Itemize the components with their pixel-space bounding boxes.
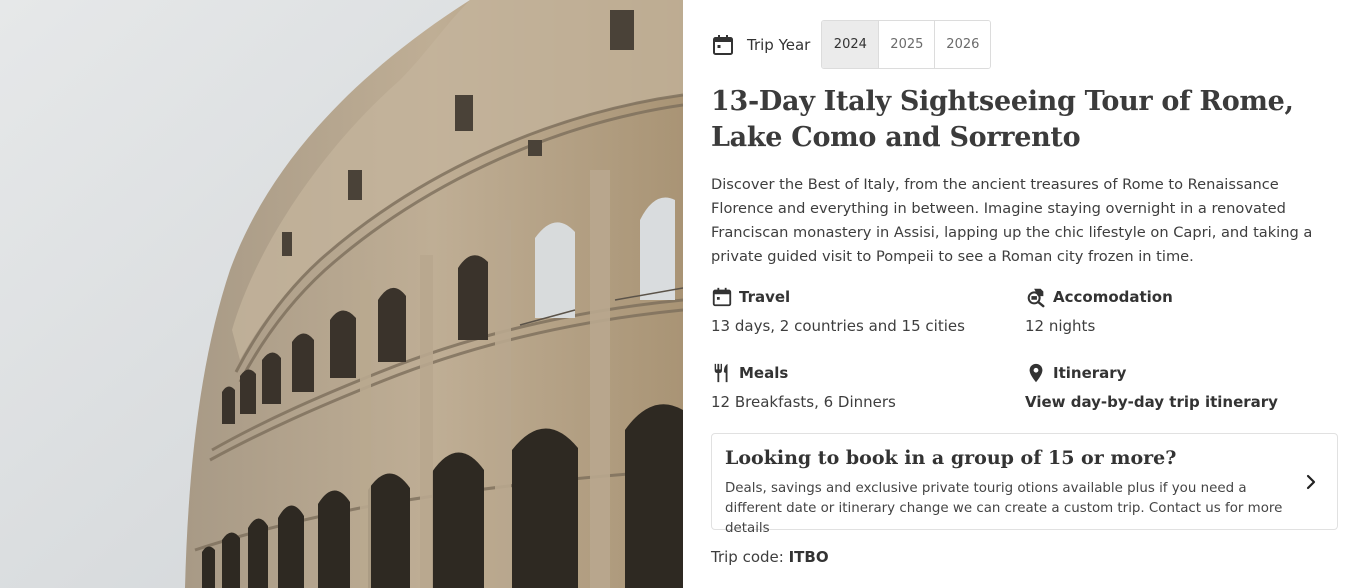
group-booking-title: Looking to book in a group of 15 or more… [725, 447, 1177, 469]
view-itinerary-link[interactable]: View day-by-day trip itinerary [1025, 393, 1278, 411]
feature-itinerary: Itinerary View day-by-day trip itinerary [1025, 361, 1278, 411]
trip-details-panel: Trip Year 2024 2025 2026 13-Day Italy Si… [711, 0, 1339, 588]
calendar-icon [711, 33, 735, 57]
trip-code-value: ITBO [788, 548, 829, 566]
year-button-2025[interactable]: 2025 [878, 21, 935, 68]
group-booking-text: Deals, savings and exclusive private tou… [725, 481, 1283, 536]
colosseum-photo [0, 0, 683, 588]
trip-code: Trip code: ITBO [711, 548, 829, 566]
fork-knife-icon [714, 363, 728, 383]
feature-accomodation: Accomodation 12 nights [1025, 285, 1173, 335]
group-booking-card[interactable]: Looking to book in a group of 15 or more… [711, 433, 1338, 536]
hero-image [0, 0, 683, 588]
tour-title: 13-Day Italy Sightseeing Tour of Rome, L… [711, 86, 1294, 153]
feature-meals-value: 12 Breakfasts, 6 Dinners [711, 393, 896, 411]
year-button-2026[interactable]: 2026 [934, 21, 991, 68]
map-pin-icon [1029, 363, 1043, 383]
hotel-search-icon [1027, 288, 1045, 308]
feature-meals: Meals 12 Breakfasts, 6 Dinners [711, 361, 896, 411]
feature-meals-title: Meals [739, 364, 789, 382]
year-button-group: 2024 2025 2026 [821, 20, 992, 69]
feature-accomodation-title: Accomodation [1053, 288, 1173, 306]
chevron-right-icon [1306, 474, 1316, 490]
feature-accomodation-value: 12 nights [1025, 317, 1096, 335]
trip-year-label: Trip Year [747, 35, 811, 54]
trip-code-label: Trip code: [711, 548, 789, 566]
calendar-icon [712, 287, 732, 307]
feature-travel-title: Travel [739, 288, 791, 306]
trip-year-picker: Trip Year 2024 2025 2026 [711, 20, 992, 69]
tour-description: Discover the Best of Italy, from the anc… [711, 176, 1313, 265]
year-button-2024[interactable]: 2024 [822, 21, 879, 68]
feature-travel: Travel 13 days, 2 countries and 15 citie… [711, 285, 965, 335]
feature-itinerary-title: Itinerary [1053, 364, 1127, 382]
feature-travel-value: 13 days, 2 countries and 15 cities [711, 317, 965, 335]
